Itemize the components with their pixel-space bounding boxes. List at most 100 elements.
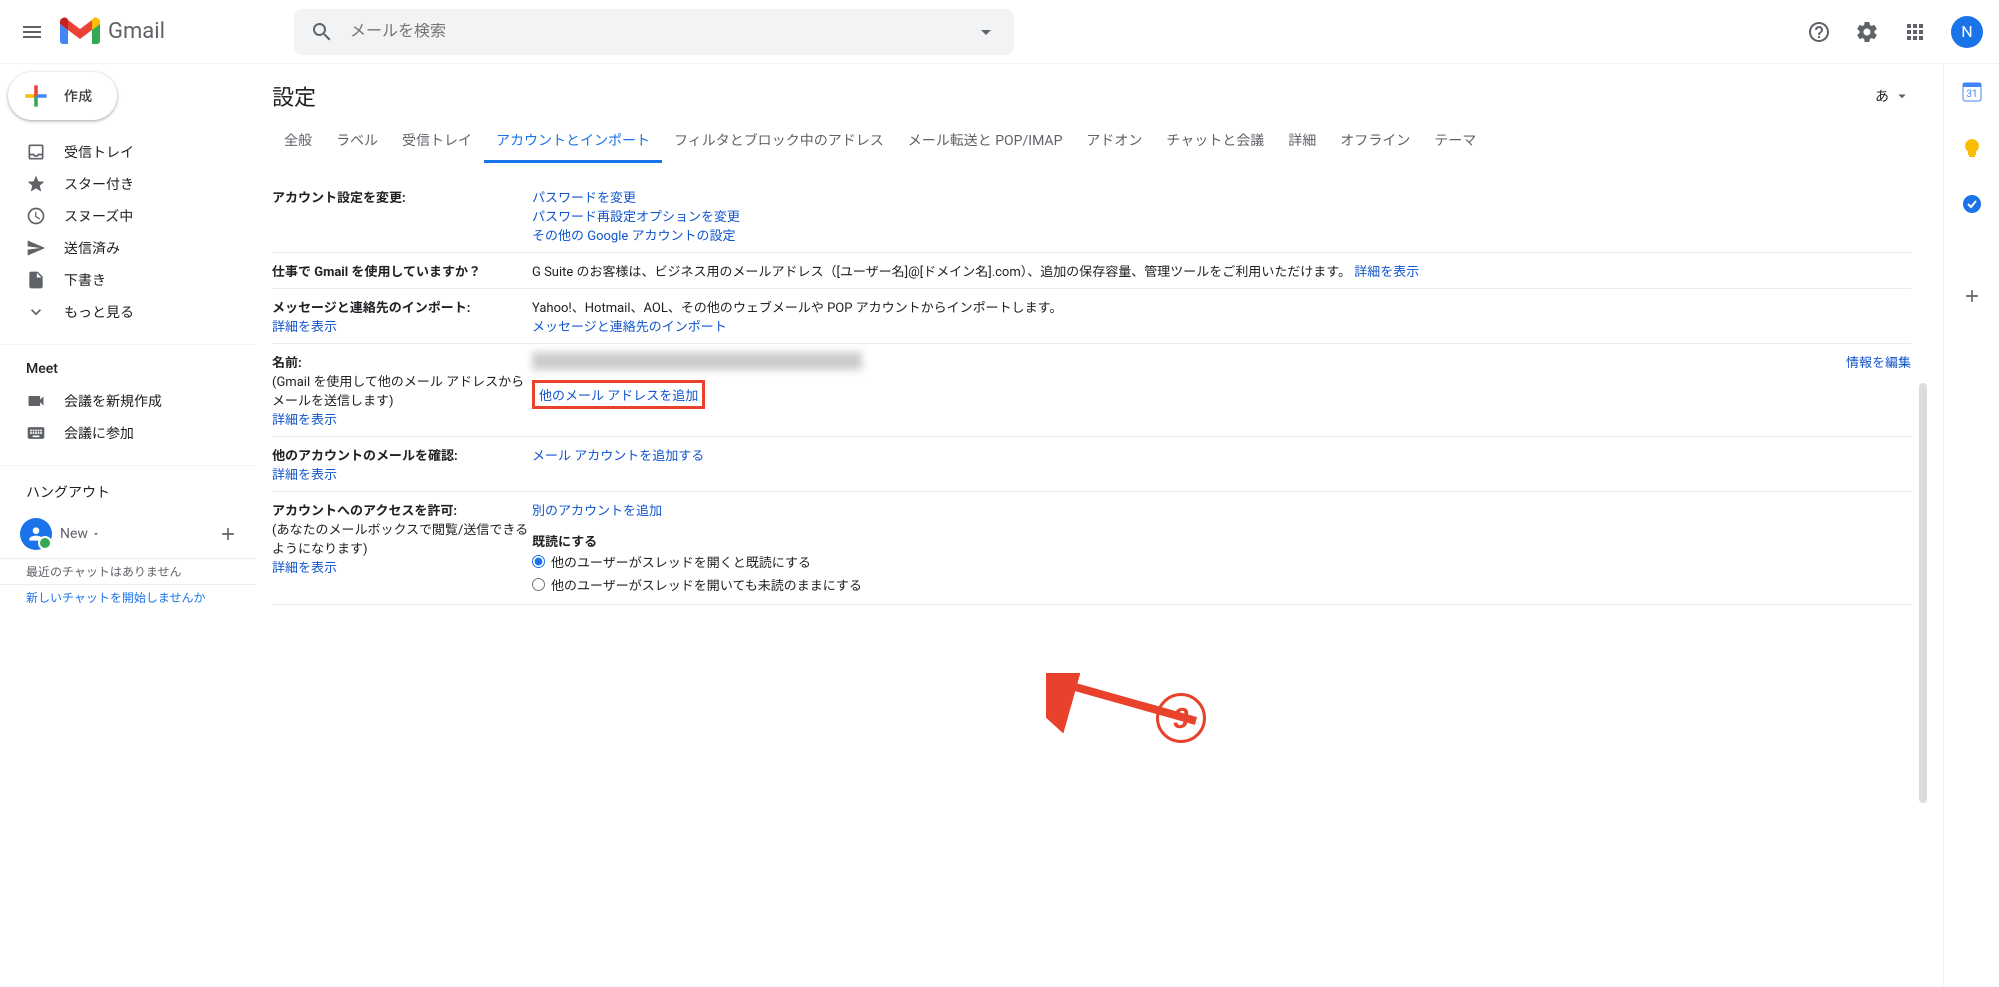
add-another-email-link[interactable]: 他のメール アドレスを追加 — [532, 380, 705, 409]
gsuite-description: G Suite のお客様は、ビジネス用のメールアドレス（[ユーザー名]@[ドメイ… — [532, 265, 1351, 280]
other-google-settings-link[interactable]: その他の Google アカウントの設定 — [532, 229, 736, 244]
user-avatar[interactable]: N — [1951, 16, 1983, 48]
sidebar-item-more[interactable]: もっと見る — [0, 296, 248, 328]
import-action-link[interactable]: メッセージと連絡先のインポート — [532, 320, 727, 335]
search-container — [294, 9, 1014, 55]
annotation-number-circle: 3 — [1156, 693, 1206, 743]
plus-icon — [20, 80, 52, 112]
grant-details-link[interactable]: 詳細を表示 — [272, 561, 337, 576]
compose-button[interactable]: 作成 — [8, 72, 117, 120]
hangout-user-row[interactable]: New — [0, 510, 256, 558]
hangout-no-recent: 最近のチャットはありません — [0, 558, 256, 584]
section-name: 名前: (Gmail を使用して他のメール アドレスからメールを送信します) 詳… — [272, 344, 1911, 437]
tab-forwarding-pop[interactable]: メール転送と POP/IMAP — [896, 120, 1075, 163]
star-icon — [26, 174, 46, 194]
change-recovery-options-link[interactable]: パスワード再設定オプションを変更 — [532, 210, 740, 225]
meet-new-meeting[interactable]: 会議を新規作成 — [0, 385, 248, 417]
edit-info-link[interactable]: 情報を編集 — [1846, 352, 1911, 371]
gsuite-details-link[interactable]: 詳細を表示 — [1354, 265, 1419, 280]
videocam-icon — [26, 391, 46, 411]
search-icon — [310, 20, 334, 44]
search-options-button[interactable] — [966, 12, 1006, 52]
caret-down-icon — [974, 20, 998, 44]
radio-keep-unread-input[interactable] — [532, 578, 545, 591]
sidebar-item-label: 受信トレイ — [64, 142, 134, 162]
hangout-section: ハングアウト New 最近のチャットはありません 新しいチャットを開始しませんか — [0, 465, 256, 618]
gmail-brand-text: Gmail — [108, 19, 165, 44]
sidebar-item-snoozed[interactable]: スヌーズ中 — [0, 200, 248, 232]
check-mail-details-link[interactable]: 詳細を表示 — [272, 468, 337, 483]
search-button[interactable] — [302, 12, 342, 52]
file-icon — [26, 270, 46, 290]
add-another-account-link[interactable]: 別のアカウントを追加 — [532, 504, 662, 519]
grant-sublabel: (あなたのメールボックスで閲覧/送信できるようになります) — [272, 523, 528, 557]
sidebar-item-label: もっと見る — [64, 302, 134, 322]
plus-icon — [1962, 286, 1982, 306]
radio-mark-read[interactable]: 他のユーザーがスレッドを開くと既読にする — [532, 550, 1911, 573]
tab-general[interactable]: 全般 — [272, 120, 324, 163]
left-sidebar: 作成 受信トレイ スター付き スヌーズ中 送信済み 下書き もっと見る — [0, 64, 256, 987]
tab-offline[interactable]: オフライン — [1328, 120, 1422, 163]
hangout-add-button[interactable] — [216, 522, 240, 546]
tasks-addon-button[interactable] — [1952, 184, 1992, 224]
main-menu-button[interactable] — [8, 8, 56, 56]
sidebar-item-label: 下書き — [64, 270, 106, 290]
tab-themes[interactable]: テーマ — [1422, 120, 1488, 163]
keep-addon-button[interactable] — [1952, 128, 1992, 168]
section-label: 他のアカウントのメールを確認: 詳細を表示 — [272, 437, 532, 492]
tab-labels[interactable]: ラベル — [324, 120, 390, 163]
scrollbar-thumb[interactable] — [1919, 383, 1927, 803]
hamburger-icon — [20, 20, 44, 44]
gear-icon — [1855, 20, 1879, 44]
tab-addons[interactable]: アドオン — [1074, 120, 1154, 163]
add-mail-account-link[interactable]: メール アカウントを追加する — [532, 449, 704, 464]
settings-header: 設定 あ — [256, 80, 1927, 120]
tab-inbox[interactable]: 受信トレイ — [390, 120, 484, 163]
support-button[interactable] — [1799, 12, 1839, 52]
section-gsuite: 仕事で Gmail を使用していますか？ G Suite のお客様は、ビジネス用… — [272, 253, 1911, 289]
meet-join-meeting[interactable]: 会議に参加 — [0, 417, 248, 449]
annotation-arrow-icon — [1046, 673, 1216, 733]
sidebar-item-sent[interactable]: 送信済み — [0, 232, 248, 264]
calendar-addon-button[interactable]: 31 — [1952, 72, 1992, 112]
right-side-panel: 31 — [1943, 64, 1999, 987]
sidebar-item-inbox[interactable]: 受信トレイ — [0, 136, 248, 168]
name-details-link[interactable]: 詳細を表示 — [272, 413, 337, 428]
inbox-icon — [26, 142, 46, 162]
sidebar-item-starred[interactable]: スター付き — [0, 168, 248, 200]
tab-chat-meet[interactable]: チャットと会議 — [1154, 120, 1276, 163]
change-password-link[interactable]: パスワードを変更 — [532, 191, 636, 206]
hangout-avatar-icon — [20, 518, 52, 550]
section-label: 名前: (Gmail を使用して他のメール アドレスからメールを送信します) 詳… — [272, 344, 532, 437]
radio-mark-read-input[interactable] — [532, 555, 545, 568]
add-addon-button[interactable] — [1952, 276, 1992, 316]
settings-title: 設定 — [272, 80, 316, 112]
svg-text:31: 31 — [1966, 89, 1977, 100]
tab-filters-blocked[interactable]: フィルタとブロック中のアドレス — [662, 120, 896, 163]
hangout-title: ハングアウト — [0, 474, 256, 510]
meet-section: Meet 会議を新規作成 会議に参加 — [0, 344, 256, 457]
meet-title: Meet — [0, 353, 256, 385]
sidebar-item-drafts[interactable]: 下書き — [0, 264, 248, 296]
import-description: Yahoo!、Hotmail、AOL、その他のウェブメールや POP アカウント… — [532, 297, 1911, 316]
hangout-start-new[interactable]: 新しいチャットを開始しませんか — [0, 584, 256, 610]
header: Gmail N — [0, 0, 1999, 64]
caret-down-icon — [1893, 87, 1911, 105]
language-selector[interactable]: あ — [1875, 86, 1911, 106]
section-check-mail: 他のアカウントのメールを確認: 詳細を表示 メール アカウントを追加する — [272, 437, 1911, 492]
settings-button[interactable] — [1847, 12, 1887, 52]
tab-advanced[interactable]: 詳細 — [1276, 120, 1328, 163]
sidebar-item-label: スヌーズ中 — [64, 206, 133, 226]
tasks-icon — [1962, 194, 1982, 214]
import-details-link[interactable]: 詳細を表示 — [272, 320, 337, 335]
radio-keep-unread-label: 他のユーザーがスレッドを開いても未読のままにする — [551, 575, 862, 594]
radio-keep-unread[interactable]: 他のユーザーがスレッドを開いても未読のままにする — [532, 573, 1911, 596]
tab-accounts-import[interactable]: アカウントとインポート — [484, 120, 662, 163]
keep-icon — [1962, 138, 1982, 158]
radio-mark-read-label: 他のユーザーがスレッドを開くと既読にする — [551, 552, 811, 571]
apps-button[interactable] — [1895, 12, 1935, 52]
hangout-username: New — [60, 526, 216, 542]
section-label: アカウント設定を変更: — [272, 171, 532, 253]
search-input[interactable] — [342, 23, 966, 41]
chevron-down-icon — [26, 302, 46, 322]
